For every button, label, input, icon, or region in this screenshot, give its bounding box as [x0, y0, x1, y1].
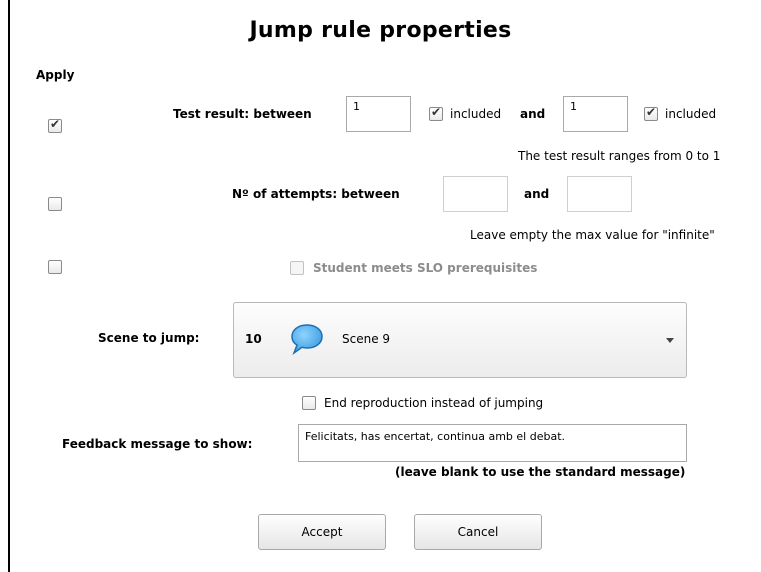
accept-button[interactable]: Accept	[258, 514, 386, 550]
feedback-label: Feedback message to show:	[62, 437, 253, 451]
apply-column-header: Apply	[36, 68, 75, 82]
attempts-hint: Leave empty the max value for "infinite"	[470, 228, 715, 242]
scene-number: 10	[245, 332, 262, 346]
scene-to-jump-label: Scene to jump:	[98, 331, 200, 345]
test-result-max-included-checkbox[interactable]	[644, 105, 658, 121]
end-reproduction-label: End reproduction instead of jumping	[324, 396, 544, 410]
test-result-min-input[interactable]: 1	[346, 96, 411, 132]
attempts-label: Nº of attempts: between	[232, 187, 400, 201]
scene-dropdown[interactable]: 10 Scene 9	[233, 302, 687, 378]
attempts-max-input[interactable]	[567, 176, 632, 212]
feedback-message-input[interactable]: Felicitats, has encertat, continua amb e…	[298, 424, 687, 462]
dialog-title: Jump rule properties	[249, 18, 512, 43]
slo-checkbox	[290, 261, 304, 275]
cancel-button[interactable]: Cancel	[414, 514, 542, 550]
speech-bubble-icon	[291, 324, 323, 356]
dialog-frame	[8, 0, 761, 572]
feedback-hint: (leave blank to use the standard message…	[395, 465, 686, 479]
slo-label: Student meets SLO prerequisites	[313, 261, 538, 275]
test-result-label: Test result: between	[173, 107, 312, 121]
test-result-min-included-label: included	[450, 107, 502, 121]
attempts-and-label: and	[524, 187, 550, 201]
test-result-min-included-checkbox[interactable]	[429, 105, 443, 121]
apply-test-result-checkbox[interactable]	[48, 117, 62, 133]
apply-attempts-checkbox[interactable]	[48, 197, 62, 211]
chevron-down-icon	[666, 338, 674, 343]
attempts-min-input[interactable]	[443, 176, 508, 212]
test-result-max-input[interactable]: 1	[563, 96, 628, 132]
scene-name: Scene 9	[342, 332, 391, 346]
test-result-and-label: and	[520, 107, 546, 121]
test-result-max-included-label: included	[665, 107, 717, 121]
apply-slo-checkbox[interactable]	[48, 260, 62, 274]
end-reproduction-checkbox[interactable]	[302, 396, 316, 410]
test-result-hint: The test result ranges from 0 to 1	[518, 149, 721, 163]
